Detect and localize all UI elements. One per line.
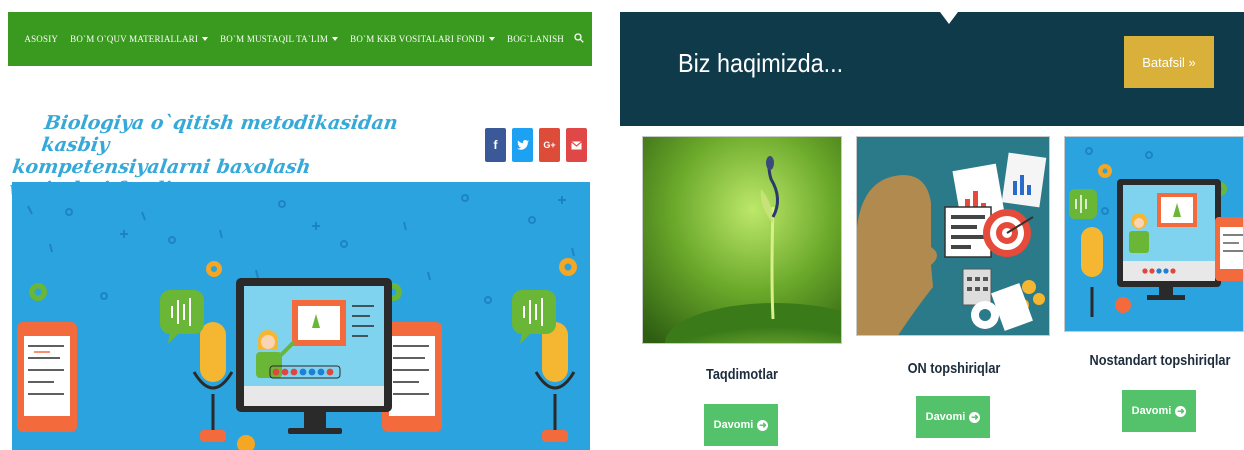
microphone-icon xyxy=(534,322,576,442)
monitor-icon xyxy=(236,278,392,434)
site-homepage: ASOSIY BO`M O`QUV MATERIALLARI BO`M MUST… xyxy=(0,0,600,450)
facebook-icon[interactable]: f xyxy=(485,128,506,162)
education-thumbnail xyxy=(1065,137,1243,331)
nav-item-contact[interactable]: BOG`LANISH xyxy=(501,34,570,44)
chevron-down-icon xyxy=(332,37,339,41)
chevron-down-icon xyxy=(202,37,209,41)
card-button-label: Davomi xyxy=(1131,405,1172,417)
nav-item-study-materials[interactable]: BO`M O`QUV MATERIALLARI xyxy=(64,34,214,44)
card-button-presentations[interactable]: Davomi ➜ xyxy=(704,404,778,446)
chevron-down-icon xyxy=(489,37,495,41)
nav-item-label: BO`M KKB VOSITALARI FONDI xyxy=(350,34,485,44)
site-title-line-1: Biologiya o`qitish metodikasidan kasbiy xyxy=(40,112,400,156)
arrow-right-icon: ➜ xyxy=(1175,405,1187,417)
more-button[interactable]: Batafsil » xyxy=(1124,36,1214,88)
about-title: Biz haqimizda... xyxy=(678,48,844,78)
arrow-right-icon: ➜ xyxy=(969,411,981,423)
google-plus-icon[interactable]: G+ xyxy=(539,128,560,162)
card-title-presentations[interactable]: Taqdimotlar xyxy=(700,366,785,383)
about-section: Biz haqimizda... Batafsil » Taqdimotlar … xyxy=(620,0,1244,450)
card-image-on-tasks[interactable] xyxy=(856,136,1050,336)
card-button-on-tasks[interactable]: Davomi ➜ xyxy=(916,396,990,438)
nav-item-label: BO`M MUSTAQIL TA`LIM xyxy=(220,34,329,44)
microphone-icon xyxy=(192,322,234,442)
google-plus-glyph: G+ xyxy=(543,140,556,150)
social-share-bar: f G+ xyxy=(485,128,587,162)
hero-illustration xyxy=(12,182,590,450)
nav-item-home[interactable]: ASOSIY xyxy=(18,34,64,44)
search-icon[interactable] xyxy=(574,30,584,48)
screenshot-collage: ASOSIY BO`M O`QUV MATERIALLARI BO`M MUST… xyxy=(0,0,1244,450)
nav-item-label: BOG`LANISH xyxy=(507,34,564,44)
nav-item-independent-study[interactable]: BO`M MUSTAQIL TA`LIM xyxy=(214,34,344,44)
arrow-right-icon: ➜ xyxy=(757,419,769,431)
analytics-image xyxy=(857,137,1049,335)
sound-bubble-icon xyxy=(160,290,204,344)
card-title-nonstandard-tasks[interactable]: Nostandart topshiriqlar xyxy=(1084,352,1237,369)
card-image-presentations[interactable] xyxy=(642,136,842,344)
nav-item-assessment-fund[interactable]: BO`M KKB VOSITALARI FONDI xyxy=(344,34,501,44)
twitter-icon[interactable] xyxy=(512,128,533,162)
facebook-glyph: f xyxy=(493,138,498,152)
card-button-label: Davomi xyxy=(925,411,966,423)
sprout-image xyxy=(643,137,841,343)
education-illustration xyxy=(17,194,577,450)
nav-item-label: BO`M O`QUV MATERIALLARI xyxy=(70,34,199,44)
mail-icon[interactable] xyxy=(566,128,587,162)
card-image-nonstandard-tasks[interactable] xyxy=(1064,136,1244,332)
nav-item-label: ASOSIY xyxy=(24,34,59,44)
banner-notch xyxy=(940,12,958,24)
phone-icon xyxy=(17,322,77,432)
main-navbar: ASOSIY BO`M O`QUV MATERIALLARI BO`M MUST… xyxy=(8,12,592,66)
card-title-on-tasks[interactable]: ON topshiriqlar xyxy=(895,360,1014,377)
card-button-nonstandard-tasks[interactable]: Davomi ➜ xyxy=(1122,390,1196,432)
nav-menu: ASOSIY BO`M O`QUV MATERIALLARI BO`M MUST… xyxy=(18,30,584,48)
card-button-label: Davomi xyxy=(713,419,754,431)
